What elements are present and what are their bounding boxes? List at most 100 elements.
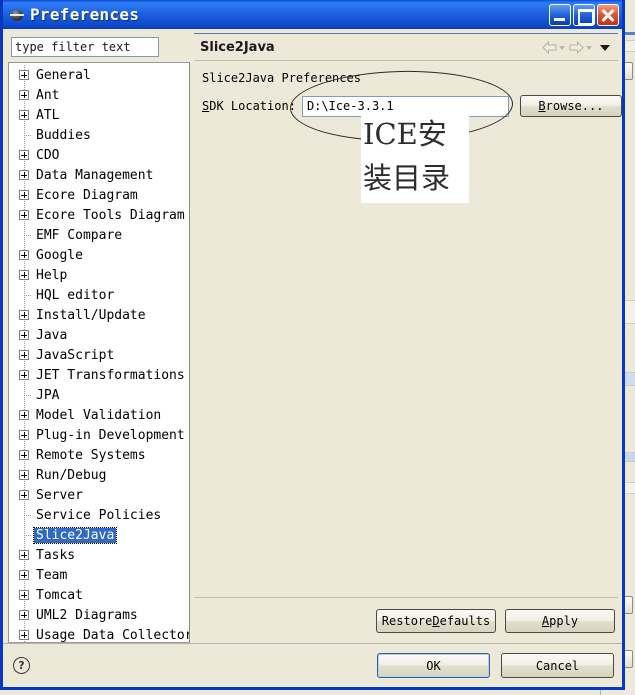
expand-plus-icon[interactable]: [17, 585, 32, 605]
expand-plus-icon[interactable]: [17, 185, 32, 205]
tree-item-cdo[interactable]: CDO: [9, 145, 189, 165]
minimize-button[interactable]: [549, 3, 571, 26]
tree-item-java[interactable]: Java: [9, 325, 189, 345]
close-button[interactable]: [597, 3, 619, 26]
window-title: Preferences: [30, 5, 140, 24]
tree-item-google[interactable]: Google: [9, 245, 189, 265]
tree-item-label: HQL editor: [36, 287, 115, 303]
tree-item-label: Ant: [36, 87, 60, 103]
expand-plus-icon[interactable]: [17, 305, 32, 325]
forward-arrow-icon[interactable]: [569, 40, 584, 54]
tree-item-label: Ecore Tools Diagram: [36, 207, 185, 223]
tree-item-slice2java[interactable]: Slice2Java: [9, 525, 189, 545]
left-column: type filter text General Ant ATL Buddies CDO…: [7, 33, 190, 643]
expand-plus-icon[interactable]: [17, 65, 32, 85]
ok-button[interactable]: OK: [377, 653, 490, 678]
tree-item-hql-editor[interactable]: HQL editor: [9, 285, 189, 305]
tree-item-label: JavaScript: [36, 347, 115, 363]
tree-item-uml2-diagrams[interactable]: UML2 Diagrams: [9, 605, 189, 625]
expand-plus-icon[interactable]: [17, 345, 32, 365]
expand-plus-icon[interactable]: [17, 265, 32, 285]
tree-item-usage-data-collector[interactable]: Usage Data Collector: [9, 625, 190, 643]
expand-plus-icon[interactable]: [17, 485, 32, 505]
tree-item-ecore-tools-diagram[interactable]: Ecore Tools Diagram: [9, 205, 189, 225]
title-bar: Preferences: [3, 0, 622, 29]
apply-button[interactable]: Apply: [505, 608, 615, 633]
expand-plus-icon[interactable]: [17, 105, 32, 125]
tree-item-ant[interactable]: Ant: [9, 85, 189, 105]
back-history-chevron-down-icon[interactable]: [559, 44, 566, 51]
help-question-icon[interactable]: ?: [13, 657, 30, 674]
tree-item-general[interactable]: General: [9, 65, 189, 85]
right-column: Slice2Java Slice2Java Preferences SDK Lo…: [194, 33, 622, 643]
tree-item-buddies[interactable]: Buddies: [9, 125, 189, 145]
tree-item-tasks[interactable]: Tasks: [9, 545, 189, 565]
expand-plus-icon[interactable]: [17, 425, 32, 445]
filter-input[interactable]: type filter text: [11, 37, 159, 57]
tree-item-label: Slice2Java: [32, 526, 118, 544]
expand-plus-icon[interactable]: [17, 85, 32, 105]
tree-item-label: Plug-in Development: [36, 427, 185, 443]
maximize-button[interactable]: [573, 3, 595, 26]
preferences-dialog: Preferences type filter text General Ant A…: [0, 0, 625, 690]
tree-item-server[interactable]: Server: [9, 485, 189, 505]
expand-plus-icon[interactable]: [17, 245, 32, 265]
tree-item-label: UML2 Diagrams: [36, 607, 138, 623]
tree-item-remote-systems[interactable]: Remote Systems: [9, 445, 189, 465]
cancel-button[interactable]: Cancel: [501, 653, 614, 678]
tree-item-help[interactable]: Help: [9, 265, 189, 285]
expand-plus-icon[interactable]: [17, 605, 32, 625]
tree-item-javascript[interactable]: JavaScript: [9, 345, 189, 365]
expand-plus-icon[interactable]: [17, 145, 32, 165]
expand-plus-icon[interactable]: [17, 325, 32, 345]
browse-accel: B: [538, 99, 546, 113]
view-menu-chevron-down-icon[interactable]: [600, 42, 611, 53]
restore-accel: D: [432, 613, 440, 628]
tree-item-plug-in-development[interactable]: Plug-in Development: [9, 425, 189, 445]
tree-item-label: Server: [36, 487, 83, 503]
browse-button[interactable]: Browse...: [519, 95, 622, 117]
preference-page-content: Slice2Java Preferences SDK Location: D:\…: [194, 61, 622, 597]
tree-item-label: Ecore Diagram: [36, 187, 138, 203]
restore-defaults-button[interactable]: Restore Defaults: [376, 608, 496, 633]
expand-plus-icon[interactable]: [17, 625, 32, 642]
tree-item-data-management[interactable]: Data Management: [9, 165, 189, 185]
expand-plus-icon[interactable]: [17, 445, 32, 465]
tree-leaf-icon: [17, 125, 32, 145]
tree-item-tomcat[interactable]: Tomcat: [9, 585, 189, 605]
tree-item-label: Service Policies: [36, 507, 162, 523]
tree-item-emf-compare[interactable]: EMF Compare: [9, 225, 189, 245]
expand-plus-icon[interactable]: [17, 545, 32, 565]
expand-plus-icon[interactable]: [17, 205, 32, 225]
forward-history-chevron-down-icon[interactable]: [586, 44, 593, 51]
tree-item-label: Usage Data Collector: [36, 627, 190, 643]
tree-item-label: Tomcat: [36, 587, 83, 603]
tree-item-ecore-diagram[interactable]: Ecore Diagram: [9, 185, 189, 205]
expand-plus-icon[interactable]: [17, 465, 32, 485]
tree-item-label: JPA: [36, 387, 60, 403]
tree-item-jpa[interactable]: JPA: [9, 385, 189, 405]
dialog-footer: ? OK Cancel: [3, 643, 622, 687]
page-title: Slice2Java: [200, 39, 275, 55]
tree-leaf-icon: [17, 385, 32, 405]
back-arrow-icon[interactable]: [542, 40, 557, 54]
tree-item-install-update[interactable]: Install/Update: [9, 305, 189, 325]
tree-item-label: Google: [36, 247, 83, 263]
browse-label: rowse...: [545, 99, 604, 113]
tree-item-run-debug[interactable]: Run/Debug: [9, 465, 189, 485]
restore-rest: efaults: [439, 613, 491, 628]
tree-item-atl[interactable]: ATL: [9, 105, 189, 125]
tree-item-service-policies[interactable]: Service Policies: [9, 505, 189, 525]
tree-item-label: JET Transformations: [36, 367, 185, 383]
tree-item-model-validation[interactable]: Model Validation: [9, 405, 189, 425]
preference-tree[interactable]: General Ant ATL Buddies CDO Data Management Ec…: [8, 62, 190, 643]
expand-plus-icon[interactable]: [17, 405, 32, 425]
tree-item-jet-transformations[interactable]: JET Transformations: [9, 365, 189, 385]
apply-accel: A: [541, 613, 550, 628]
tree-item-label: Tasks: [36, 547, 76, 563]
expand-plus-icon[interactable]: [17, 165, 32, 185]
expand-plus-icon[interactable]: [17, 565, 32, 585]
tree-item-team[interactable]: Team: [9, 565, 189, 585]
annotation-callout-text: ICE安 装目录: [361, 112, 469, 203]
expand-plus-icon[interactable]: [17, 365, 32, 385]
